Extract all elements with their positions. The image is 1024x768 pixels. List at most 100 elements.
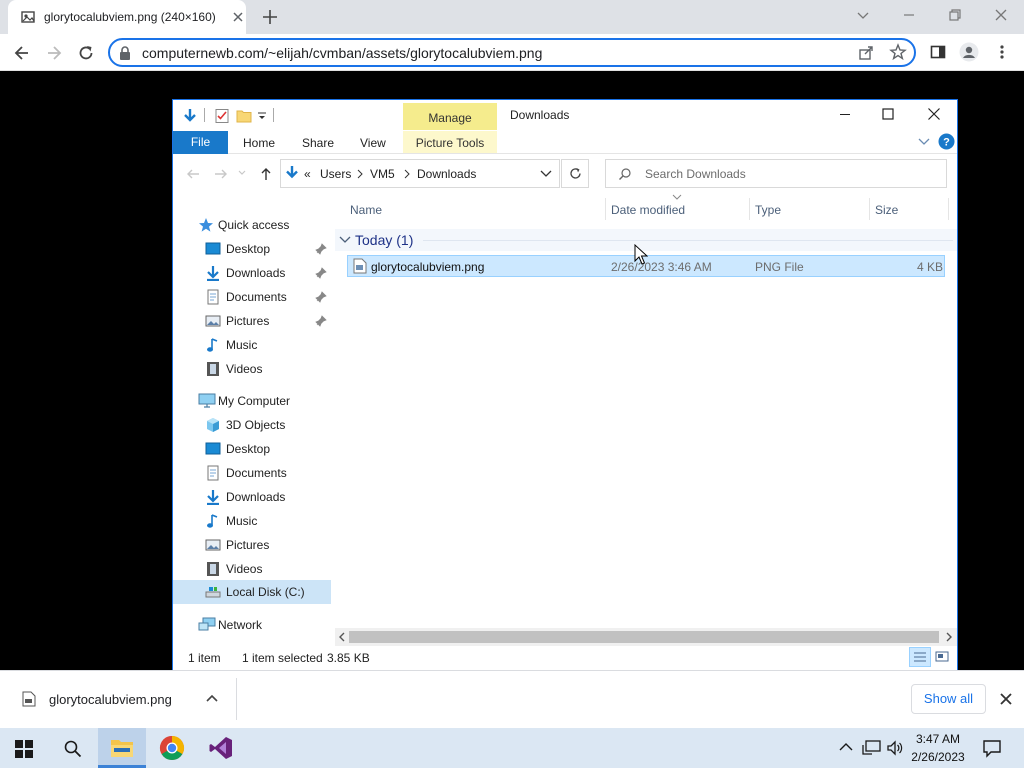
nav-quick-downloads[interactable]: Downloads bbox=[173, 261, 331, 285]
ribbon-tab-file[interactable]: File bbox=[173, 131, 228, 154]
browser-tab[interactable]: glorytocalubviem.png (240×160) bbox=[8, 0, 246, 34]
clock-date[interactable]: 2/26/2023 bbox=[906, 750, 970, 764]
taskbar-search-icon[interactable] bbox=[63, 739, 83, 759]
windows-start-icon[interactable] bbox=[15, 740, 33, 758]
chrome-menu-icon[interactable] bbox=[994, 43, 1010, 61]
column-header-name[interactable]: Name bbox=[350, 203, 382, 217]
show-all-downloads-button[interactable]: Show all bbox=[911, 684, 986, 714]
nav-quick-music[interactable]: Music bbox=[173, 333, 331, 357]
properties-checklist-icon[interactable] bbox=[214, 108, 230, 124]
address-history-chevron-icon[interactable] bbox=[540, 169, 552, 179]
column-divider[interactable] bbox=[869, 198, 870, 220]
download-arrow-icon bbox=[205, 489, 221, 505]
side-panel-icon[interactable] bbox=[929, 43, 947, 61]
column-header-type[interactable]: Type bbox=[755, 203, 781, 217]
column-divider[interactable] bbox=[948, 198, 949, 220]
url-text[interactable]: computernewb.com/~elijah/cvmban/assets/g… bbox=[142, 45, 542, 61]
back-arrow-icon[interactable] bbox=[12, 43, 32, 63]
column-divider[interactable] bbox=[749, 198, 750, 220]
column-header-size[interactable]: Size bbox=[875, 203, 898, 217]
nav-network[interactable]: Network bbox=[173, 613, 331, 637]
taskbar-visual-studio-icon[interactable] bbox=[209, 736, 233, 760]
svg-text:?: ? bbox=[943, 137, 950, 149]
restore-window-icon[interactable] bbox=[946, 6, 964, 24]
recent-locations-chevron-icon[interactable] bbox=[237, 168, 247, 178]
explorer-minimize-icon[interactable] bbox=[836, 105, 854, 123]
download-item-name[interactable]: glorytocalubviem.png bbox=[49, 692, 172, 707]
download-options-chevron-up-icon[interactable] bbox=[205, 693, 219, 703]
ribbon-tab-home[interactable]: Home bbox=[243, 136, 275, 150]
close-window-icon[interactable] bbox=[992, 6, 1010, 24]
explorer-refresh-button[interactable] bbox=[561, 159, 589, 188]
nav-pc-pictures[interactable]: Pictures bbox=[173, 533, 331, 557]
star-icon bbox=[198, 217, 214, 233]
breadcrumb-users[interactable]: Users bbox=[320, 167, 351, 181]
breadcrumb-separator-icon[interactable] bbox=[403, 169, 411, 179]
action-center-notification-icon[interactable] bbox=[982, 738, 1002, 758]
breadcrumb-separator-icon[interactable] bbox=[356, 169, 364, 179]
explorer-close-icon[interactable] bbox=[925, 105, 943, 123]
minimize-window-icon[interactable] bbox=[900, 6, 918, 24]
ribbon-tab-share[interactable]: Share bbox=[302, 136, 334, 150]
picture-tools-context[interactable]: Picture Tools bbox=[403, 131, 497, 153]
nav-pc-desktop[interactable]: Desktop bbox=[173, 437, 331, 461]
details-view-button[interactable] bbox=[909, 647, 931, 667]
explorer-window[interactable]: Manage Downloads Picture Tools File Home… bbox=[172, 99, 958, 671]
manage-context-tab[interactable]: Manage bbox=[403, 103, 497, 131]
nav-back-arrow-icon[interactable] bbox=[185, 166, 201, 182]
new-folder-icon[interactable] bbox=[236, 108, 252, 124]
new-tab-plus-icon[interactable] bbox=[260, 7, 280, 27]
nav-my-computer[interactable]: My Computer bbox=[173, 389, 331, 413]
nav-3d-objects[interactable]: 3D Objects bbox=[173, 413, 331, 437]
clock-time[interactable]: 3:47 AM bbox=[906, 732, 970, 746]
nav-label: Videos bbox=[226, 362, 263, 376]
taskbar-file-explorer[interactable] bbox=[98, 728, 146, 768]
close-shelf-icon[interactable] bbox=[998, 691, 1014, 707]
large-icons-view-icon[interactable] bbox=[934, 649, 950, 665]
tab-close-icon[interactable] bbox=[230, 9, 246, 25]
tray-volume-icon[interactable] bbox=[886, 739, 904, 757]
column-divider[interactable] bbox=[605, 198, 606, 220]
scroll-right-arrow-icon[interactable] bbox=[944, 632, 954, 642]
up-folder-arrow-icon[interactable] bbox=[258, 166, 274, 182]
taskbar-chrome-icon[interactable] bbox=[159, 735, 185, 761]
explorer-maximize-icon[interactable] bbox=[879, 105, 897, 123]
expand-ribbon-chevron-icon[interactable] bbox=[918, 137, 930, 147]
nav-forward-arrow-icon[interactable] bbox=[213, 166, 229, 182]
forward-arrow-icon[interactable] bbox=[44, 43, 64, 63]
nav-quick-access[interactable]: Quick access bbox=[173, 213, 331, 237]
breadcrumb-downloads[interactable]: Downloads bbox=[417, 167, 476, 181]
share-icon[interactable] bbox=[857, 44, 875, 62]
tray-show-hidden-chevron-icon[interactable] bbox=[838, 740, 854, 754]
tab-search-chevron-icon[interactable] bbox=[854, 6, 872, 24]
nav-quick-videos[interactable]: Videos bbox=[173, 357, 331, 381]
nav-pc-downloads[interactable]: Downloads bbox=[173, 485, 331, 509]
search-downloads-input[interactable]: Search Downloads bbox=[605, 159, 947, 188]
group-collapse-chevron-icon[interactable] bbox=[339, 235, 351, 245]
tray-network-icon[interactable] bbox=[862, 739, 882, 757]
scrollbar-thumb[interactable] bbox=[349, 631, 939, 643]
nav-label: Downloads bbox=[226, 266, 286, 280]
bookmark-star-icon[interactable] bbox=[889, 43, 907, 61]
film-strip-icon bbox=[205, 561, 221, 577]
scroll-left-arrow-icon[interactable] bbox=[337, 632, 347, 642]
column-header-date-modified[interactable]: Date modified bbox=[611, 203, 685, 217]
nav-quick-desktop[interactable]: Desktop bbox=[173, 237, 331, 261]
customize-toolbar-chevron-icon[interactable] bbox=[257, 110, 267, 122]
lock-icon[interactable] bbox=[118, 45, 132, 61]
nav-pc-videos[interactable]: Videos bbox=[173, 557, 331, 581]
help-icon[interactable]: ? bbox=[938, 133, 955, 150]
reload-icon[interactable] bbox=[76, 43, 96, 63]
ribbon-tab-view[interactable]: View bbox=[360, 136, 386, 150]
breadcrumb-vm5[interactable]: VM5 bbox=[370, 167, 395, 181]
downloaded-file-icon bbox=[22, 691, 36, 707]
nav-pc-documents[interactable]: Documents bbox=[173, 461, 331, 485]
nav-quick-pictures[interactable]: Pictures bbox=[173, 309, 331, 333]
nav-quick-documents[interactable]: Documents bbox=[173, 285, 331, 309]
breadcrumb-overflow[interactable]: « bbox=[304, 167, 311, 181]
profile-avatar-icon[interactable] bbox=[959, 42, 979, 62]
quick-toolbar-separator bbox=[204, 108, 205, 122]
nav-pc-music[interactable]: Music bbox=[173, 509, 331, 533]
status-selected: 1 item selected bbox=[242, 651, 323, 665]
nav-local-disk[interactable]: Local Disk (C:) bbox=[173, 580, 331, 604]
